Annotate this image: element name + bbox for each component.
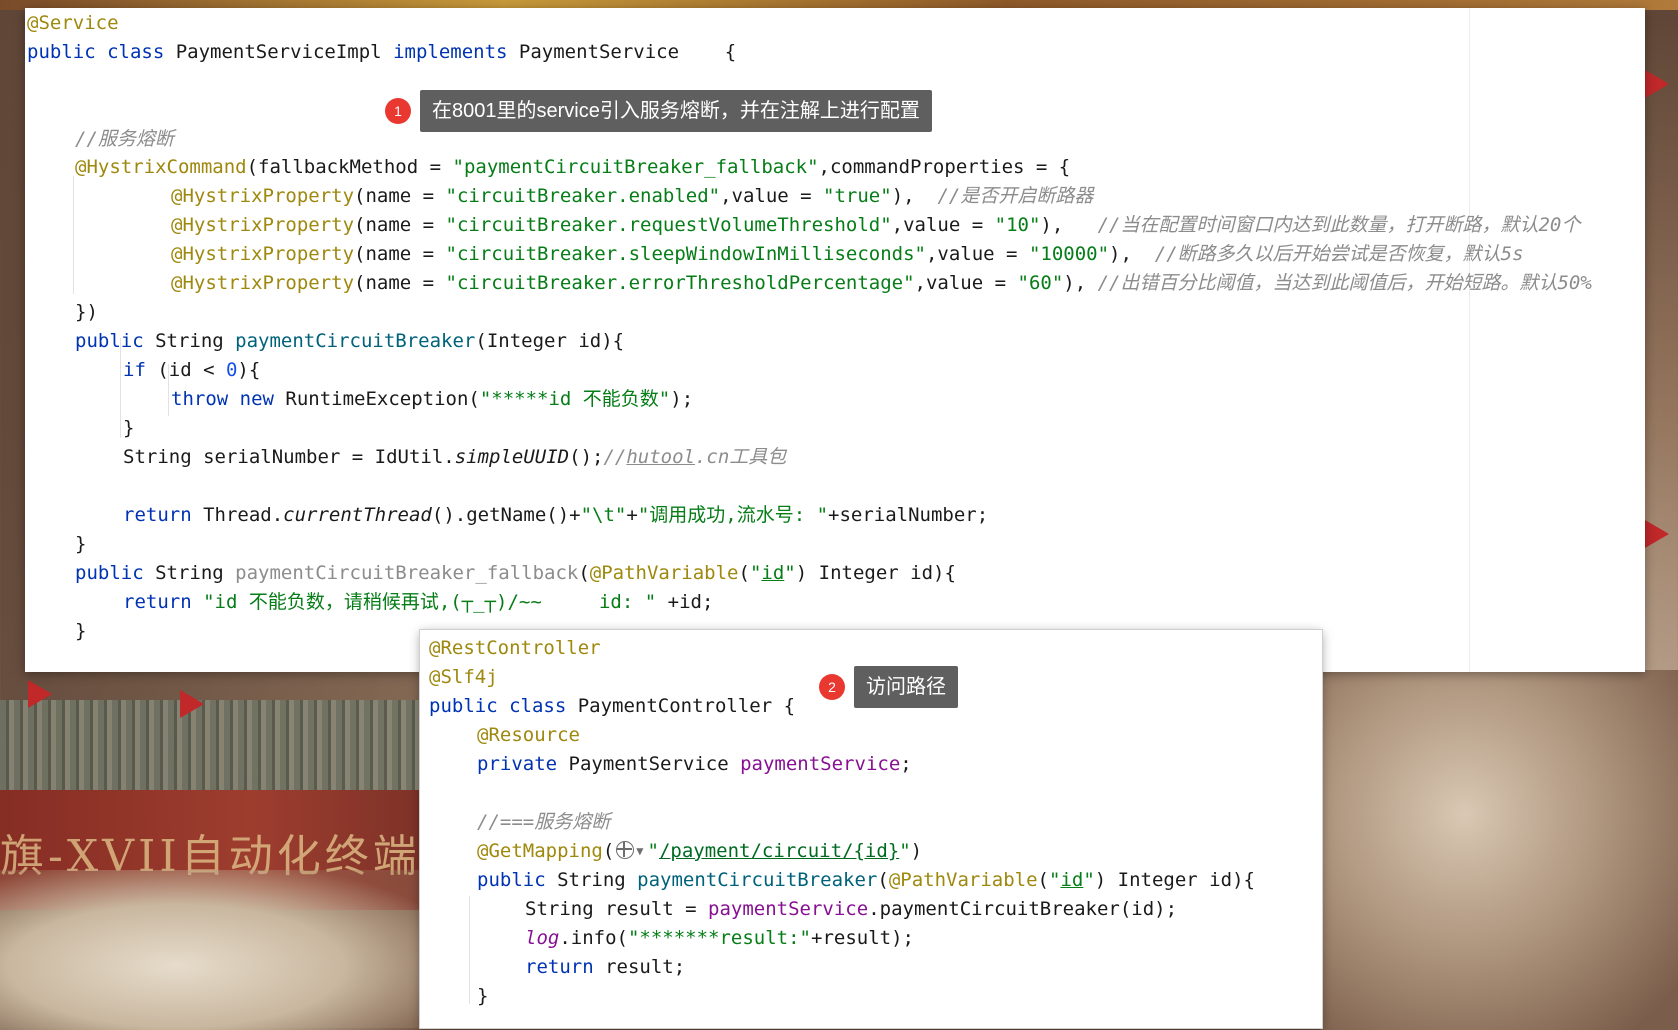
code-line: public String paymentCircuitBreaker(@Pat…	[477, 869, 1255, 891]
code-line: return result;	[525, 956, 686, 978]
endpoint-url-link[interactable]: /payment/circuit/{id}	[659, 840, 899, 862]
background-smoke	[0, 870, 440, 1030]
red-flag-icon	[28, 680, 52, 708]
code-line: }	[75, 620, 87, 642]
code-line: String serialNumber = IdUtil.simpleUUID(…	[123, 446, 787, 468]
code-line: if (id < 0){	[123, 359, 261, 381]
code-line: @HystrixProperty(name = "circuitBreaker.…	[171, 272, 1592, 294]
background-building	[0, 700, 420, 790]
code-line: public class PaymentController {	[429, 695, 796, 717]
code-line: }	[75, 533, 87, 555]
callout-1: 1 在8001里的service引入服务熔断，并在注解上进行配置	[385, 90, 932, 132]
chevron-down-icon[interactable]: ▼	[636, 837, 643, 865]
indent-guide	[469, 896, 470, 1004]
code-line: @HystrixProperty(name = "circuitBreaker.…	[171, 214, 1581, 236]
code-line: String result = paymentService.paymentCi…	[525, 898, 1178, 920]
code-line: log.info("*******result:"+result);	[525, 927, 914, 949]
code-line: public String paymentCircuitBreaker_fall…	[75, 562, 956, 584]
background-smoke-right	[1320, 670, 1678, 1030]
code-line: private PaymentService paymentService;	[477, 753, 912, 775]
code-line: @HystrixProperty(name = "circuitBreaker.…	[171, 185, 1094, 207]
code-line: public String paymentCircuitBreaker(Inte…	[75, 330, 625, 352]
step-badge: 2	[819, 674, 845, 700]
web-globe-icon[interactable]	[616, 841, 635, 859]
code-line: return Thread.currentThread().getName()+…	[123, 504, 989, 526]
code-line: return "id 不能负数，请稍候再试,(┬_┬)/~~ id: " +id…	[123, 591, 714, 613]
code-line: //服务熔断	[75, 128, 174, 150]
code-line: //===服务熔断	[477, 811, 611, 833]
callout-text: 访问路径	[854, 666, 958, 708]
code-line: @HystrixCommand(fallbackMethod = "paymen…	[75, 156, 1071, 178]
red-flag-icon	[1645, 520, 1669, 548]
code-line: @Slf4j	[429, 666, 498, 688]
callout-text: 在8001里的service引入服务熔断，并在注解上进行配置	[420, 90, 932, 132]
code-line: }	[477, 985, 489, 1007]
step-badge: 1	[385, 98, 411, 124]
code-line: @GetMapping(▼ "/payment/circuit/{id}")	[477, 837, 922, 865]
code-line: @Resource	[477, 724, 580, 746]
code-line: }	[123, 417, 135, 439]
code-line: public class PaymentServiceImpl implemen…	[27, 41, 737, 63]
code-line: @HystrixProperty(name = "circuitBreaker.…	[171, 243, 1524, 265]
indent-guide	[73, 176, 74, 294]
callout-2: 2 访问路径	[819, 666, 958, 708]
code-line: @Service	[27, 12, 119, 34]
red-flag-icon	[1645, 70, 1669, 98]
right-margin-guide	[1469, 8, 1470, 672]
code-line: throw new RuntimeException("*****id 不能负数…	[171, 388, 694, 410]
code-line: })	[75, 301, 98, 323]
code-line: @RestController	[429, 637, 601, 659]
red-flag-icon	[180, 690, 204, 718]
